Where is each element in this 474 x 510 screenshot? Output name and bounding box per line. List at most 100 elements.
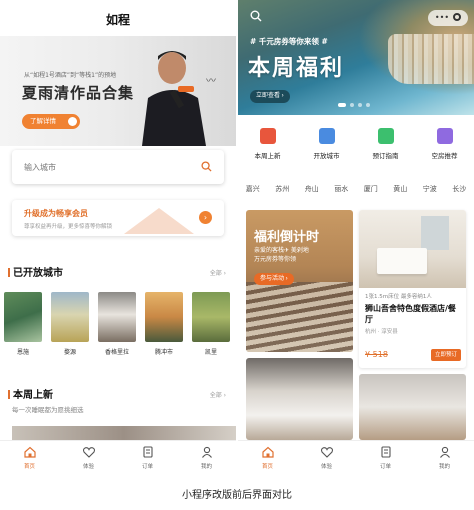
city-card-shangrila[interactable]: 香格里拉: [98, 292, 136, 370]
close-ring-icon[interactable]: [453, 13, 462, 21]
arrow-icon: [68, 117, 77, 126]
weekly-new-all-link[interactable]: 全部 ›: [210, 390, 226, 399]
carousel-dot[interactable]: [366, 103, 370, 107]
city-card-tengchong[interactable]: 腾冲市: [145, 292, 183, 370]
quick-entry-open-cities[interactable]: 开放城市: [297, 124, 356, 160]
order-icon: [380, 446, 391, 458]
city-photo: [4, 292, 42, 342]
city-filter-item[interactable]: 宁波: [415, 184, 445, 198]
tab-label: 首页: [261, 464, 273, 470]
carousel-dots[interactable]: [338, 103, 370, 107]
city-photo: [98, 292, 136, 342]
countdown-promo-card[interactable]: 福利倒计时 亲爱的客栈✈ 美剁地 万元房券等你领 参与活动 ›: [246, 210, 353, 352]
user-icon: [439, 446, 450, 458]
banner-headline: 本周福利: [248, 56, 345, 81]
city-name: 婺源: [63, 349, 76, 356]
city-filter-row: 嘉兴 苏州 舟山 丽水 厦门 黄山 宁波 长沙: [238, 184, 474, 198]
welfare-banner[interactable]: ••• # 千元房券等你来领 # 本周福利 立即查看 ›: [238, 0, 474, 115]
banner-headline: 夏雨清作品合集: [22, 84, 135, 102]
hotel-room-meta: 1张1.5m床位 最多容纳1人: [365, 294, 432, 300]
order-icon: [142, 446, 153, 458]
room-bed: [377, 248, 427, 274]
user-icon: [201, 446, 212, 458]
tab-experience[interactable]: 体验: [297, 441, 356, 478]
city-filter-item[interactable]: 厦门: [356, 184, 386, 198]
tab-label: 体验: [320, 464, 332, 470]
quick-entry-label: 空房推荐: [431, 152, 458, 160]
learn-more-label: 了解详情: [30, 118, 56, 125]
new-badge-icon: [259, 128, 276, 144]
carousel-dot[interactable]: [338, 103, 346, 107]
bed-icon: [436, 128, 453, 144]
room-window: [421, 216, 449, 250]
quick-entry-booking-guide[interactable]: 预订指南: [356, 124, 415, 160]
carousel-dot[interactable]: [358, 103, 362, 107]
quick-entry-weekly-new[interactable]: 本周上新: [238, 124, 297, 160]
city-filter-item[interactable]: 苏州: [268, 184, 298, 198]
search-icon[interactable]: [250, 10, 262, 22]
city-filter-item[interactable]: 黄山: [386, 184, 416, 198]
city-card-kaili[interactable]: 凯里: [192, 292, 230, 370]
quick-entry-vacant-rooms[interactable]: 空房推荐: [415, 124, 474, 160]
chevron-right-icon[interactable]: ›: [199, 211, 212, 224]
tab-profile[interactable]: 我的: [177, 441, 236, 478]
speaker-photo: [142, 51, 206, 146]
weekly-new-subtitle: 每一次睡眠都为愿挑细选: [12, 406, 84, 414]
join-activity-button[interactable]: 参与活动 ›: [254, 273, 294, 285]
miniprogram-capsule[interactable]: •••: [428, 10, 468, 26]
city-filter-item[interactable]: 嘉兴: [238, 184, 268, 198]
hero-banner[interactable]: 从“如程1号酒店”到“等栈1”的预地 夏雨清作品合集 了解详情 〰: [0, 36, 236, 146]
tab-orders[interactable]: 订单: [118, 441, 177, 478]
hotel-card[interactable]: 1张1.5m床位 最多容纳1人 狮山吾舍特色度假酒店/餐厅 杭州 · 淳安县 ¥…: [359, 210, 466, 368]
tab-experience[interactable]: 体验: [59, 441, 118, 478]
more-dots-icon[interactable]: •••: [435, 13, 449, 22]
tab-label: 我的: [200, 464, 212, 470]
city-name: 恩施: [16, 349, 29, 356]
city-filter-item[interactable]: 长沙: [445, 184, 474, 198]
city-search-input[interactable]: [24, 159, 184, 175]
heart-icon: [82, 447, 95, 458]
city-card-wuyuan[interactable]: 婺源: [51, 292, 89, 370]
carousel-dot[interactable]: [350, 103, 354, 107]
city-name: 凯里: [204, 349, 217, 356]
tab-label: 订单: [141, 464, 153, 470]
city-filter-item[interactable]: 丽水: [327, 184, 357, 198]
city-card-enshi[interactable]: 恩施: [4, 292, 42, 370]
tab-label: 体验: [82, 464, 94, 470]
bottom-tab-bar: 首页 体验 订单 我的: [0, 440, 236, 478]
village-roofs: [246, 282, 353, 352]
view-now-button[interactable]: 立即查看 ›: [250, 90, 290, 103]
countdown-title: 福利倒计时: [254, 230, 320, 245]
bottom-tab-bar: 首页 体验 订单 我的: [238, 440, 474, 478]
countdown-subtitle: 亲爱的客栈✈ 美剁地 万元房券等你领: [254, 247, 309, 263]
new-version-screen: ••• # 千元房券等你来领 # 本周福利 立即查看 › 本周上新 开放城市 预…: [238, 0, 474, 478]
city-name: 香格里拉: [104, 349, 129, 356]
membership-upgrade-card[interactable]: 升级成为畅享会员 尊享权益再升级，更多惊喜等你解锁 ›: [12, 200, 224, 236]
bird-icon: 〰: [206, 76, 216, 87]
home-icon: [23, 446, 36, 458]
comparison-caption: 小程序改版前后界面对比: [182, 490, 292, 501]
tab-home[interactable]: 首页: [0, 441, 59, 478]
room-photo-card[interactable]: [246, 358, 353, 440]
old-version-screen: 如程 从“如程1号酒店”到“等栈1”的预地 夏雨清作品合集 了解详情 〰 升级成…: [0, 0, 236, 478]
open-cities-list: 恩施 婺源 香格里拉 腾冲市 凯里: [4, 292, 236, 370]
city-filter-item[interactable]: 舟山: [297, 184, 327, 198]
book-now-button[interactable]: 立即预订: [430, 349, 461, 361]
roof-decoration: [124, 208, 194, 234]
banner-town: [388, 34, 474, 84]
search-icon[interactable]: [201, 161, 212, 172]
room-photo-card[interactable]: [359, 374, 466, 440]
membership-subtitle: 尊享权益再升级，更多惊喜等你解锁: [24, 224, 113, 230]
tab-profile[interactable]: 我的: [415, 441, 474, 478]
open-cities-heading: 已开放城市: [8, 264, 63, 279]
learn-more-button[interactable]: 了解详情: [22, 114, 80, 129]
home-icon: [261, 446, 274, 458]
hotel-price: ¥ 518: [365, 350, 388, 359]
tab-orders[interactable]: 订单: [356, 441, 415, 478]
hotel-location: 杭州 · 淳安县: [365, 329, 398, 335]
banner-subtitle: 从“如程1号酒店”到“等栈1”的预地: [24, 72, 117, 79]
open-cities-all-link[interactable]: 全部 ›: [210, 268, 226, 277]
city-photo: [145, 292, 183, 342]
city-search-box[interactable]: [12, 150, 224, 184]
tab-home[interactable]: 首页: [238, 441, 297, 478]
